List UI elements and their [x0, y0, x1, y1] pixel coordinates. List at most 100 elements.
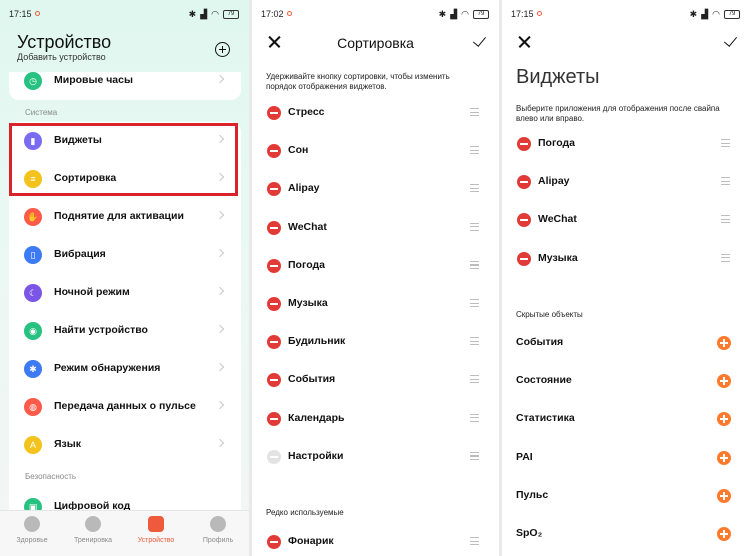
chevron-right-icon [215, 248, 225, 258]
device-screen: 17:15 ✱ ▟ ◠ 79 Устройство Добавить устро… [0, 0, 249, 556]
status-time: 17:02 [261, 9, 292, 19]
widget-row[interactable]: Календарь [252, 404, 499, 434]
add-icon[interactable] [717, 374, 731, 389]
widget-row[interactable]: Стресс [252, 98, 499, 128]
add-icon[interactable] [717, 527, 731, 541]
drag-handle-icon[interactable] [470, 413, 479, 422]
widget-row[interactable]: Состояние [502, 366, 750, 396]
confirm-check-icon[interactable] [723, 33, 738, 47]
close-icon[interactable] [518, 35, 531, 48]
remove-icon[interactable] [267, 335, 281, 350]
drag-handle-icon[interactable] [721, 253, 730, 262]
remove-icon[interactable] [517, 213, 531, 228]
drag-handle-icon[interactable] [470, 337, 479, 346]
remove-icon[interactable] [517, 137, 531, 151]
settings-item-vibration[interactable]: ▯ Вибрация [9, 236, 241, 274]
widget-row[interactable]: Alipay [252, 174, 499, 204]
add-icon[interactable] [717, 488, 731, 503]
highlight-box [9, 123, 238, 196]
widget-row[interactable]: WeChat [252, 213, 499, 243]
drag-handle-icon[interactable] [721, 177, 730, 186]
settings-item-world-clock[interactable]: ◷ Мировые часы [9, 62, 241, 100]
remove-icon[interactable] [267, 449, 281, 464]
workout-icon [85, 516, 101, 532]
widget-row[interactable]: Будильник [252, 327, 499, 357]
bluetooth-icon: ✱ [188, 9, 197, 19]
drag-handle-icon[interactable] [470, 299, 479, 307]
remove-icon[interactable] [267, 411, 281, 426]
settings-item-heart-rate-broadcast[interactable]: ◍ Передача данных о пульсе [9, 388, 241, 426]
tab-device[interactable]: Устройство [126, 516, 186, 544]
drag-handle-icon[interactable] [470, 146, 479, 155]
remove-icon[interactable] [517, 251, 531, 266]
drag-handle-icon[interactable] [470, 260, 479, 269]
drag-handle-icon[interactable] [470, 451, 479, 460]
remove-icon[interactable] [267, 373, 281, 388]
wifi-icon: ◠ [712, 9, 720, 19]
settings-item-language[interactable]: A Язык [9, 426, 241, 464]
signal-icon: ▟ [450, 9, 458, 19]
section-label-security: Безопасность [25, 472, 77, 481]
settings-item-raise-to-wake[interactable]: ✋ Поднятие для активации [9, 198, 241, 236]
wifi-icon: ◠ [211, 9, 219, 19]
remove-icon[interactable] [267, 144, 281, 159]
remove-icon[interactable] [267, 297, 281, 311]
device-icon [148, 516, 164, 532]
add-icon[interactable] [717, 450, 731, 465]
add-device-link[interactable]: Добавить устройство [17, 52, 106, 62]
drag-handle-icon[interactable] [721, 215, 730, 224]
widget-row[interactable]: События [502, 328, 750, 358]
widget-row[interactable]: Статистика [502, 404, 750, 434]
instruction-text: Выберите приложения для отображения посл… [516, 104, 720, 123]
widget-row[interactable]: Погода [502, 129, 750, 159]
drag-handle-icon[interactable] [470, 184, 479, 193]
add-icon[interactable] [717, 412, 731, 427]
chevron-right-icon [215, 286, 225, 296]
bluetooth-icon: ✱ [24, 360, 42, 378]
widget-row[interactable]: PAI [502, 443, 750, 473]
widget-row[interactable]: Музыка [252, 289, 499, 319]
widget-row[interactable]: События [252, 365, 499, 395]
widget-row[interactable]: Настройки [252, 442, 499, 472]
add-icon[interactable] [717, 336, 731, 350]
settings-item-night-mode[interactable]: ☾ Ночной режим [9, 274, 241, 312]
instruction-text: Удерживайте кнопку сортировки, чтобы изм… [266, 72, 450, 91]
remove-icon[interactable] [267, 220, 281, 235]
widget-row[interactable]: SpO₂ [502, 519, 750, 549]
widget-row[interactable]: Сон [252, 136, 499, 166]
add-device-button[interactable] [215, 42, 230, 57]
widgets-screen: 17:15 ✱ ▟ ◠ 79 Виджеты Выберите приложен… [502, 0, 750, 556]
remove-icon[interactable] [267, 535, 281, 549]
widget-row[interactable]: WeChat [502, 205, 750, 235]
remove-icon[interactable] [267, 106, 281, 120]
widget-row[interactable]: Пульс [502, 481, 750, 511]
remove-icon[interactable] [517, 175, 531, 190]
tab-health[interactable]: Здоровье [2, 516, 62, 544]
moon-icon: ☾ [24, 284, 42, 302]
drag-handle-icon[interactable] [470, 537, 479, 545]
drag-handle-icon[interactable] [470, 375, 479, 384]
tab-workout[interactable]: Тренировка [63, 516, 123, 544]
profile-icon [210, 516, 226, 532]
remove-icon[interactable] [267, 182, 281, 197]
tab-profile[interactable]: Профиль [188, 516, 248, 544]
drag-handle-icon[interactable] [721, 139, 730, 147]
section-label-system: Система [25, 108, 58, 117]
settings-item-discovery-mode[interactable]: ✱ Режим обнаружения [9, 350, 241, 388]
widget-row[interactable]: Alipay [502, 167, 750, 197]
battery-icon: 79 [724, 10, 740, 19]
widget-row[interactable]: Погода [252, 251, 499, 281]
page-title: Виджеты [516, 66, 600, 88]
vibration-icon: ▯ [24, 246, 42, 264]
language-icon: A [24, 436, 42, 454]
remove-icon[interactable] [267, 258, 281, 273]
status-time: 17:15 [511, 9, 542, 19]
chevron-right-icon [215, 324, 225, 334]
page-title: Сортировка [337, 35, 414, 51]
settings-card-top: ◷ Мировые часы [9, 72, 241, 100]
drag-handle-icon[interactable] [470, 222, 479, 231]
settings-item-find-device[interactable]: ◉ Найти устройство [9, 312, 241, 350]
drag-handle-icon[interactable] [470, 108, 479, 116]
widget-row-flashlight[interactable]: Фонарик [252, 527, 499, 556]
widget-row[interactable]: Музыка [502, 244, 750, 274]
